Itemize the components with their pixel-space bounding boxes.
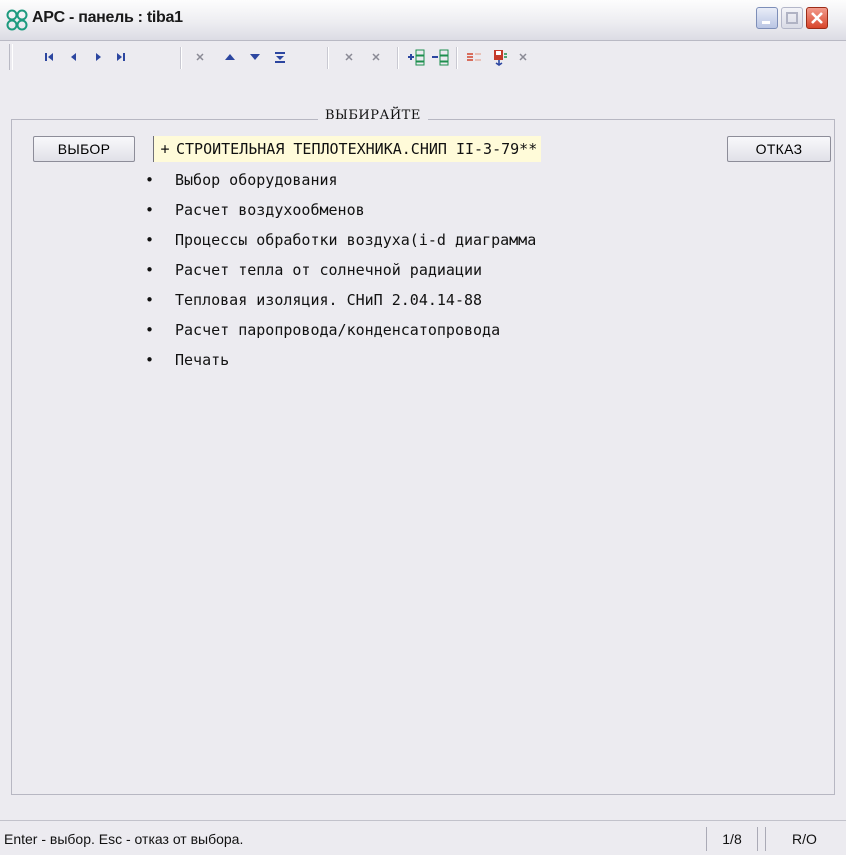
- insert-row-icon[interactable]: [406, 47, 426, 67]
- select-button[interactable]: ВЫБОР: [33, 136, 135, 162]
- toolbar-separator: [456, 47, 457, 69]
- menu-item-label: СТРОИТЕЛЬНАЯ ТЕПЛОТЕХНИКА.СНИП II-3-79**: [176, 140, 538, 158]
- access-mode: R/O: [765, 827, 843, 851]
- list-item[interactable]: • Выбор оборудования: [145, 167, 338, 193]
- title-bar[interactable]: APC - панель : tiba1: [0, 0, 846, 41]
- sort-icon[interactable]: [270, 47, 290, 67]
- bullet-icon: •: [145, 291, 155, 309]
- window-title: APC - панель : tiba1: [32, 9, 183, 26]
- move-up-icon[interactable]: [220, 47, 240, 67]
- delete-row-icon[interactable]: [430, 47, 450, 67]
- move-down-icon[interactable]: [245, 47, 265, 67]
- app-window: APC - панель : tiba1 ВЫБИРАЙТЕ ВЫБОР ОТК…: [0, 0, 846, 855]
- maximize-button[interactable]: [781, 7, 803, 29]
- toolbar: [0, 41, 846, 74]
- bullet-icon: •: [145, 321, 155, 339]
- last-record-icon[interactable]: [111, 47, 131, 67]
- toolbar-separator: [327, 47, 328, 69]
- previous-record-icon[interactable]: [64, 47, 84, 67]
- close-icon[interactable]: [513, 47, 533, 67]
- menu-item-label: Выбор оборудования: [175, 171, 338, 189]
- list-item[interactable]: • Расчет воздухообменов: [145, 197, 365, 223]
- first-record-icon[interactable]: [39, 47, 59, 67]
- next-record-icon[interactable]: [88, 47, 108, 67]
- bullet-icon: •: [145, 351, 155, 369]
- expand-icon: +: [160, 140, 170, 158]
- bullet-icon: •: [145, 201, 155, 219]
- menu-item-label: Расчет воздухообменов: [175, 201, 365, 219]
- save-icon[interactable]: [489, 47, 509, 67]
- cut-icon[interactable]: [339, 47, 359, 67]
- menu-item-label: Тепловая изоляция. СНиП 2.04.14-88: [175, 291, 483, 309]
- link-icon[interactable]: [464, 47, 484, 67]
- close-window-button[interactable]: [806, 7, 828, 29]
- toolbar-separator: [180, 47, 181, 69]
- list-item[interactable]: • Процессы обработки воздуха(i-d диаграмм…: [145, 227, 536, 253]
- list-item[interactable]: • Тепловая изоляция. СНиП 2.04.14-88: [145, 287, 482, 313]
- menu-item-label: Процессы обработки воздуха(i-d диаграмма: [175, 231, 537, 249]
- list-item[interactable]: + СТРОИТЕЛЬНАЯ ТЕПЛОТЕХНИКА.СНИП II-3-79*…: [153, 136, 542, 162]
- panel-divider: [834, 200, 835, 712]
- panel-legend: ВЫБИРАЙТЕ: [318, 108, 428, 123]
- toolbar-grip[interactable]: [9, 44, 13, 70]
- selection-panel: [11, 119, 835, 795]
- menu-item-label: Расчет паропровода/конденсатопровода: [175, 321, 501, 339]
- bullet-icon: •: [145, 261, 155, 279]
- delete-icon[interactable]: [190, 47, 210, 67]
- bullet-icon: •: [145, 171, 155, 189]
- status-message: Enter - выбор. Esc - отказ от выбора.: [4, 831, 244, 847]
- list-item[interactable]: • Расчет тепла от солнечной радиации: [145, 257, 482, 283]
- list-item[interactable]: • Печать: [145, 347, 229, 373]
- bullet-icon: •: [145, 231, 155, 249]
- minimize-button[interactable]: [756, 7, 778, 29]
- list-item[interactable]: • Расчет паропровода/конденсатопровода: [145, 317, 500, 343]
- cancel-button[interactable]: ОТКАЗ: [727, 136, 831, 162]
- status-bar: Enter - выбор. Esc - отказ от выбора. 1/…: [0, 820, 846, 855]
- clear-icon[interactable]: [366, 47, 386, 67]
- app-logo-icon: [6, 9, 28, 31]
- record-position: 1/8: [706, 827, 758, 851]
- toolbar-separator: [397, 47, 398, 69]
- menu-item-label: Расчет тепла от солнечной радиации: [175, 261, 483, 279]
- menu-item-label: Печать: [175, 351, 230, 369]
